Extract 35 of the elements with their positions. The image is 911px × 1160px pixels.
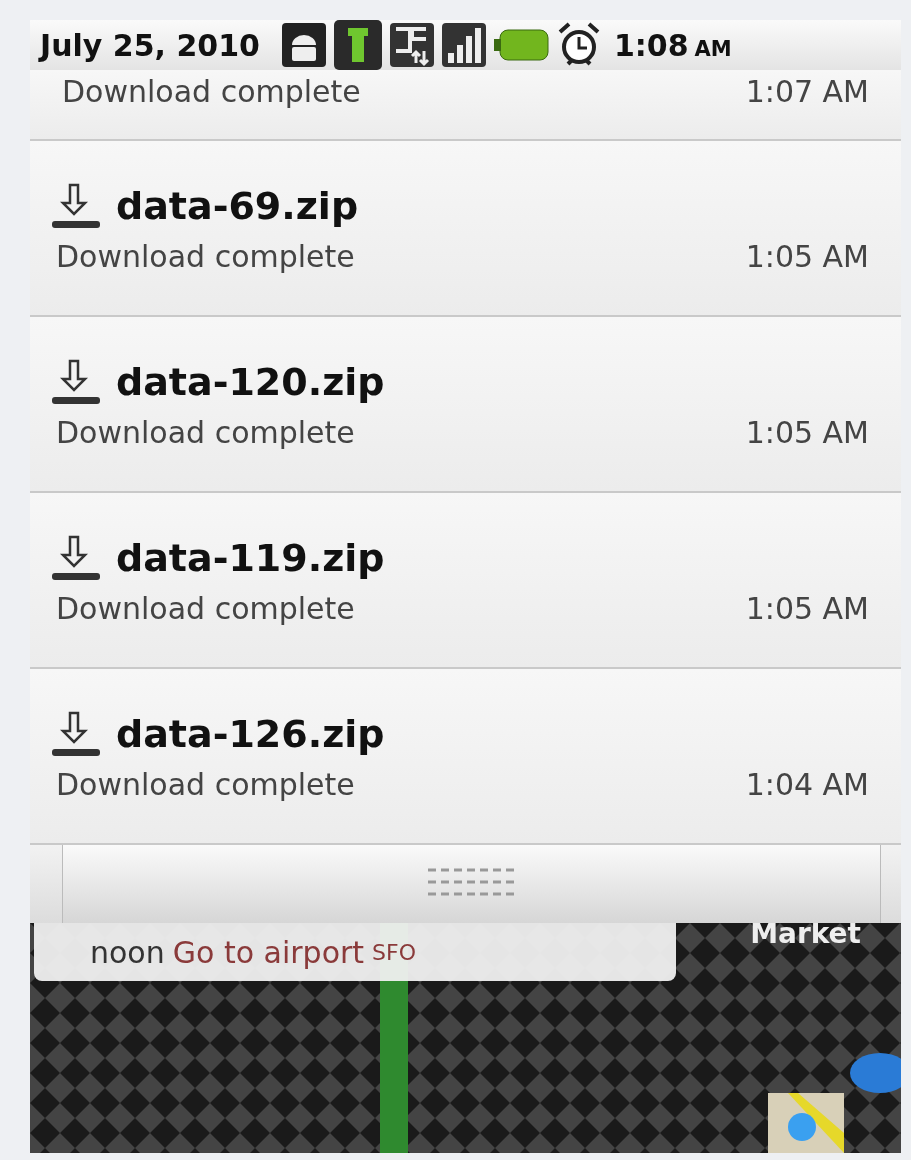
notification-title: data-120.zip bbox=[116, 359, 385, 404]
download-icon bbox=[50, 182, 102, 229]
notification-item[interactable]: data-120.zip Download complete 1:05 AM bbox=[30, 317, 901, 493]
download-icon bbox=[50, 358, 102, 405]
notification-time: 1:05 AM bbox=[745, 590, 869, 626]
drawer-handle[interactable] bbox=[62, 845, 881, 923]
notification-time: 1:07 AM bbox=[745, 74, 869, 109]
event-time: noon bbox=[90, 934, 165, 970]
notification-status: Download complete bbox=[62, 74, 361, 109]
notification-time: 1:05 AM bbox=[745, 414, 869, 450]
date-text: July 25, 2010 bbox=[40, 27, 260, 63]
notification-item[interactable]: data-126.zip Download complete 1:04 AM bbox=[30, 669, 901, 845]
notification-time: 1:04 AM bbox=[745, 766, 869, 802]
notification-status: Download complete bbox=[56, 414, 355, 450]
notification-item[interactable]: Download complete 1:07 AM bbox=[30, 70, 901, 141]
notification-item[interactable]: data-69.zip Download complete 1:05 AM bbox=[30, 141, 901, 317]
notification-status: Download complete bbox=[56, 590, 355, 626]
notification-title: data-119.zip bbox=[116, 535, 385, 580]
clock-text: 1:08 AM bbox=[612, 27, 732, 63]
alarm-clock-icon bbox=[557, 22, 600, 68]
signal-icon bbox=[441, 23, 486, 67]
notification-item[interactable]: data-119.zip Download complete 1:05 AM bbox=[30, 493, 901, 669]
notification-time: 1:05 AM bbox=[745, 238, 869, 274]
download-icon bbox=[50, 710, 102, 757]
download-icon bbox=[50, 534, 102, 581]
agenda-widget[interactable]: noon Go to airport SFO bbox=[34, 923, 676, 981]
event-title: Go to airport bbox=[172, 934, 365, 970]
map-app-icon[interactable] bbox=[768, 1093, 844, 1153]
notification-title: data-126.zip bbox=[116, 711, 385, 756]
notification-status: Download complete bbox=[56, 238, 355, 274]
battery-icon bbox=[493, 28, 550, 62]
event-location: SFO bbox=[372, 939, 417, 965]
notification-status: Download complete bbox=[56, 766, 355, 802]
notification-title: data-69.zip bbox=[116, 183, 359, 228]
3g-data-icon bbox=[389, 23, 434, 67]
